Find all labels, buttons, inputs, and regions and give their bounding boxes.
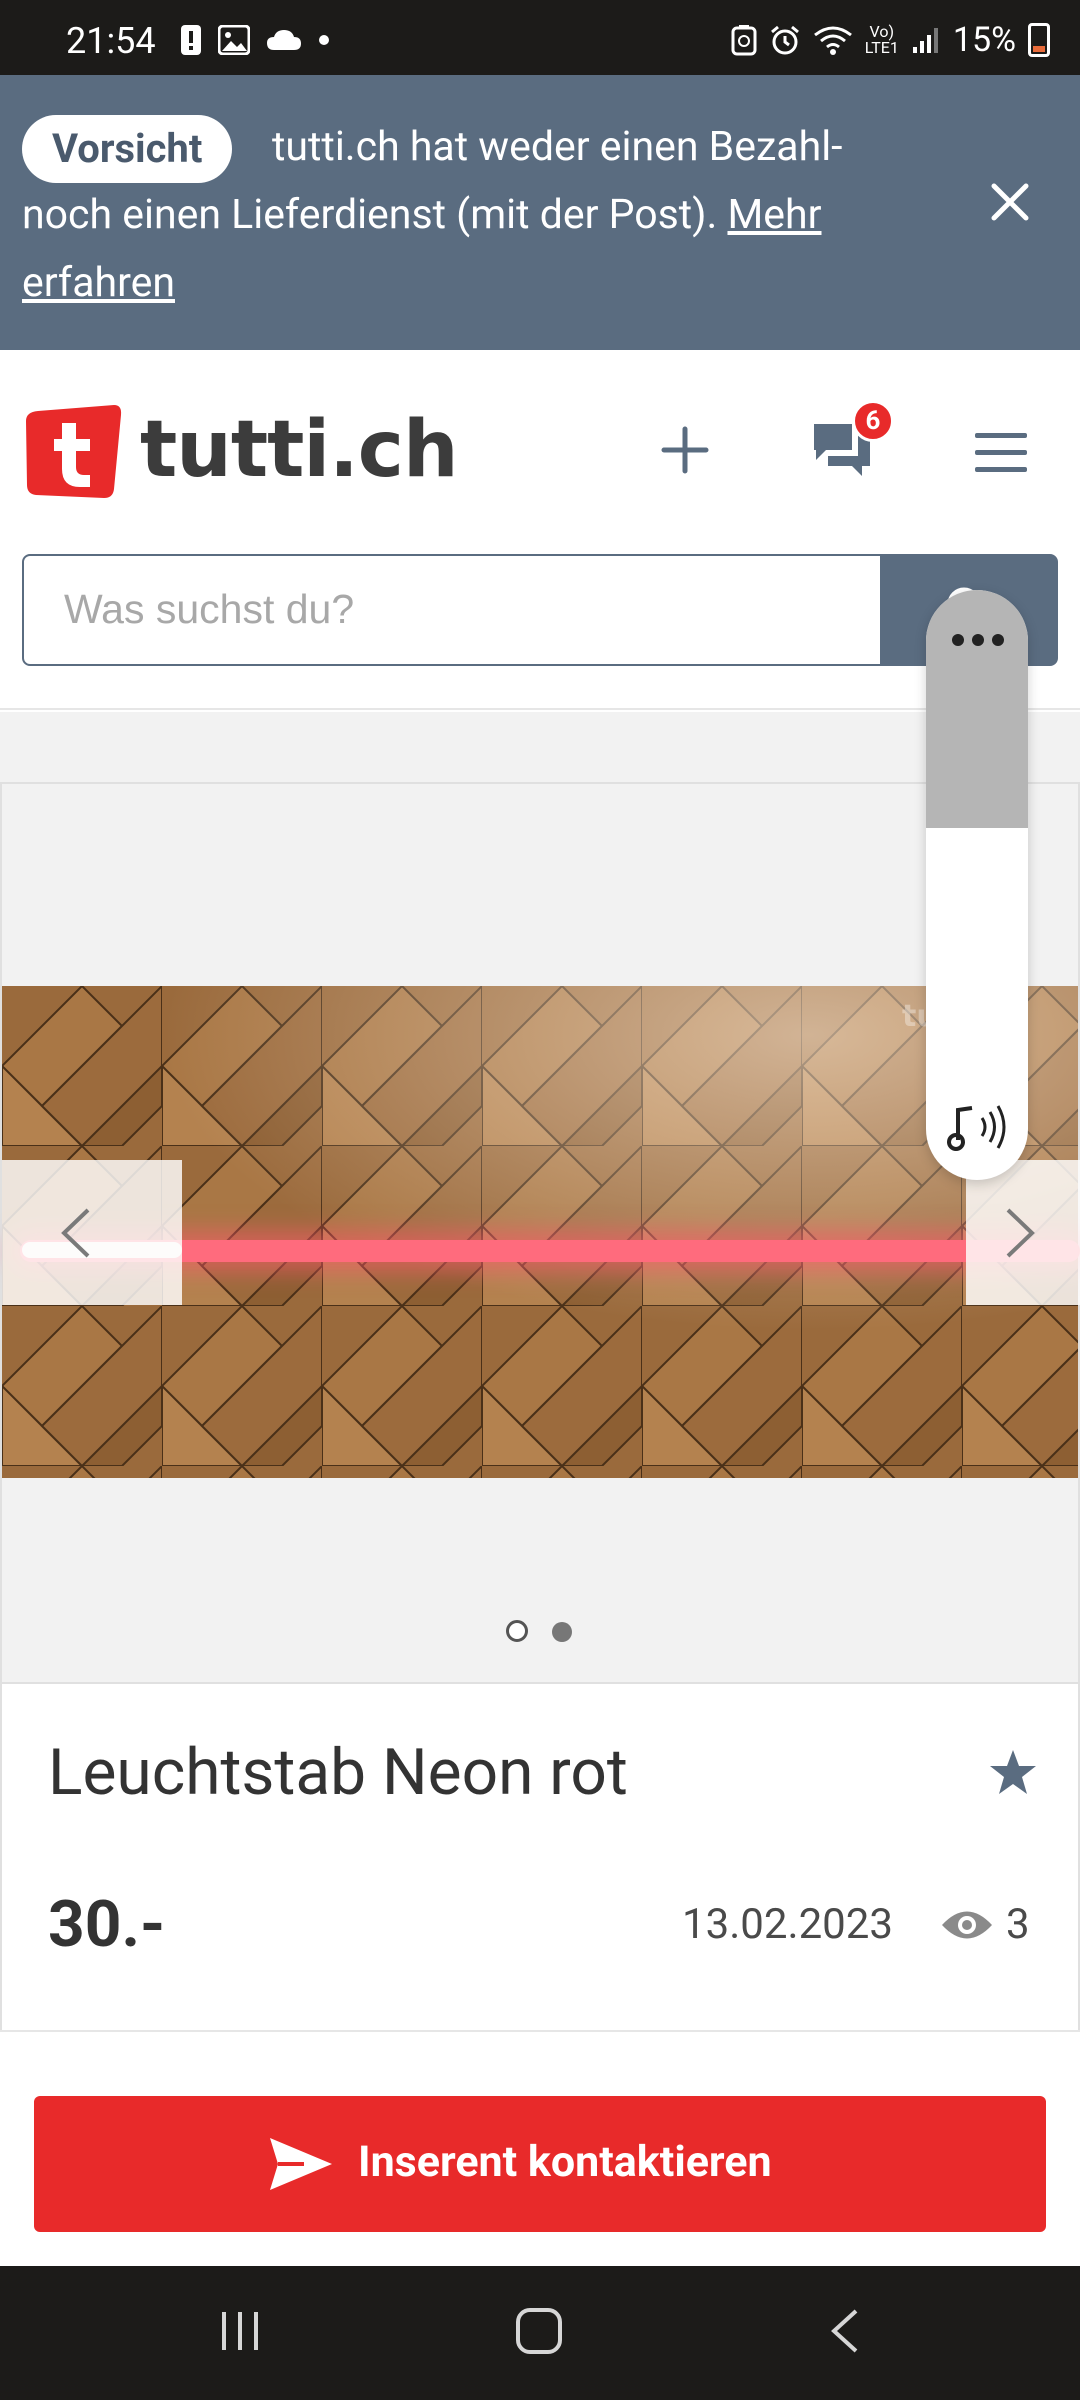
listing-title: Leuchtstab Neon rot bbox=[48, 1735, 628, 1810]
favorite-star-icon[interactable] bbox=[988, 1748, 1038, 1798]
more-icon[interactable] bbox=[952, 634, 1004, 648]
message-count-badge: 6 bbox=[852, 400, 894, 442]
menu-icon[interactable] bbox=[975, 433, 1027, 473]
listing-price: 30.- bbox=[48, 1887, 166, 1962]
logo-text[interactable]: tutti.ch bbox=[140, 405, 459, 495]
search-input[interactable] bbox=[64, 586, 844, 633]
search-field[interactable] bbox=[22, 554, 882, 666]
dot-icon bbox=[319, 35, 329, 45]
wifi-icon bbox=[813, 26, 852, 55]
spacer bbox=[0, 712, 1080, 782]
back-icon[interactable] bbox=[826, 2308, 862, 2354]
network-label: Vo) LTE1 bbox=[864, 22, 899, 57]
alert-icon bbox=[181, 25, 201, 55]
system-icons: Vo) LTE1 15% bbox=[731, 20, 1050, 60]
chevron-left-icon bbox=[61, 1208, 90, 1258]
caution-badge: Vorsicht bbox=[22, 115, 233, 183]
gallery-dot-1[interactable] bbox=[506, 1620, 528, 1642]
status-time: 21:54 bbox=[66, 20, 156, 62]
status-bar: 21:54 Vo) LTE1 15% bbox=[0, 0, 1080, 75]
close-icon[interactable] bbox=[988, 180, 1032, 224]
sound-assistant-icon[interactable] bbox=[946, 1100, 1010, 1154]
side-panel-handle[interactable] bbox=[926, 590, 1028, 828]
battery-icon bbox=[1028, 23, 1050, 57]
plus-icon[interactable] bbox=[660, 425, 710, 475]
home-icon[interactable] bbox=[516, 2308, 562, 2354]
warning-banner: tutti.ch hat weder einen Bezahl- noch ei… bbox=[0, 75, 1080, 350]
recent-apps-icon[interactable] bbox=[218, 2310, 262, 2352]
contact-seller-label: Inserent kontaktieren bbox=[358, 2137, 772, 2187]
send-icon bbox=[270, 2138, 332, 2190]
battery-saver-icon bbox=[731, 25, 757, 56]
chevron-right-icon bbox=[1006, 1208, 1035, 1258]
cloud-icon bbox=[267, 30, 301, 50]
gallery-dot-2[interactable] bbox=[552, 1622, 572, 1642]
next-image-button[interactable] bbox=[966, 1160, 1080, 1305]
notification-icons bbox=[180, 24, 330, 56]
previous-image-button[interactable] bbox=[2, 1160, 182, 1305]
alarm-icon bbox=[770, 25, 799, 55]
battery-percent: 15% bbox=[952, 20, 1016, 60]
eye-icon bbox=[942, 1911, 992, 1939]
floating-side-panel[interactable] bbox=[926, 590, 1028, 1180]
signal-icon bbox=[912, 28, 938, 53]
gallery-icon bbox=[218, 25, 250, 55]
app-screen: 21:54 Vo) LTE1 15% tutti.ch hat weder ein… bbox=[0, 0, 1080, 2400]
tutti-logo-icon[interactable] bbox=[24, 403, 122, 501]
view-count: 3 bbox=[1006, 1900, 1030, 1949]
listing-date: 13.02.2023 bbox=[682, 1900, 893, 1949]
